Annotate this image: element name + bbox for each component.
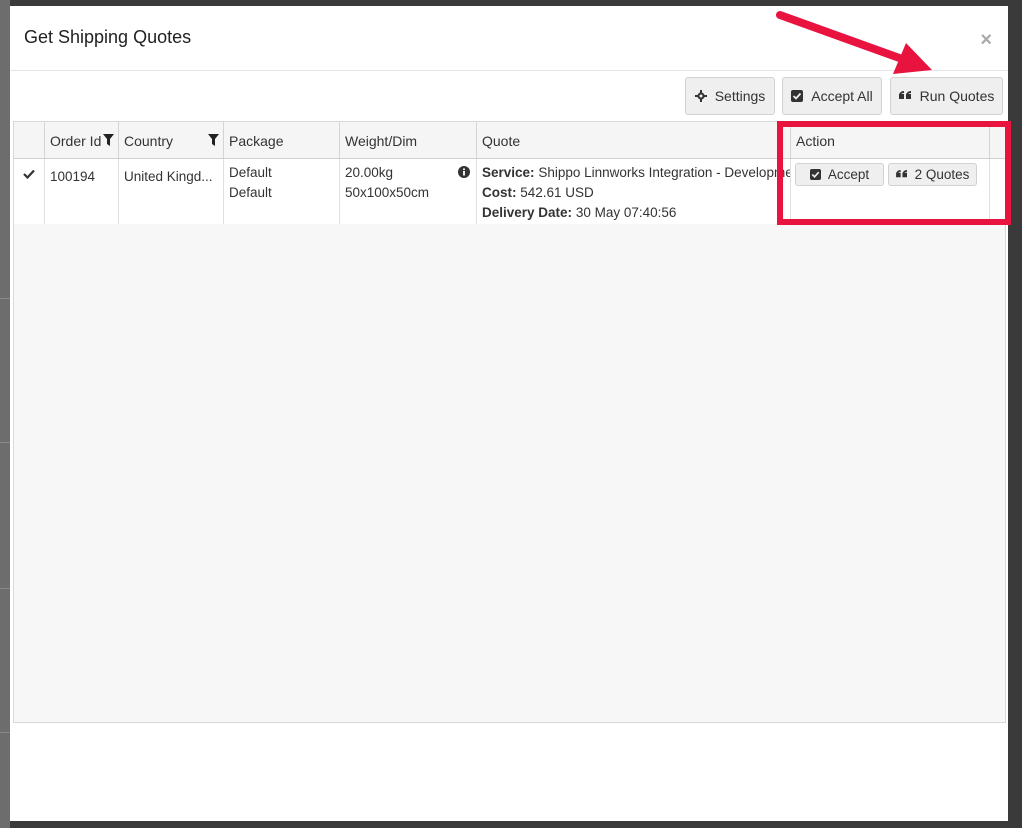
run-quotes-button[interactable]: Run Quotes: [890, 77, 1003, 115]
settings-button-label: Settings: [714, 88, 766, 104]
header-weight-dim-label: Weight/Dim: [345, 133, 418, 149]
cell-package: Default Default: [224, 159, 340, 224]
header-select: [14, 122, 45, 158]
modal-header: Get Shipping Quotes ×: [10, 6, 1008, 71]
cell-weight-dim: 20.00kg 50x100x50cm: [340, 159, 477, 224]
header-action-label: Action: [796, 133, 835, 149]
background-page-edge: [0, 0, 10, 828]
quote-icon: [898, 90, 912, 102]
row-select-cell[interactable]: [14, 159, 45, 224]
cost-label: Cost:: [482, 185, 517, 200]
cell-order-id: 100194: [45, 159, 119, 224]
dimensions-value: 50x100x50cm: [345, 185, 430, 200]
weight-value: 20.00kg: [345, 165, 394, 180]
cell-country: United Kingd...: [119, 159, 224, 224]
accept-all-button[interactable]: Accept All: [782, 77, 882, 115]
header-package[interactable]: Package: [224, 122, 340, 158]
background-divider: [0, 588, 10, 589]
quote-cost: Cost: 542.61 USD: [482, 183, 790, 203]
modal-title: Get Shipping Quotes: [24, 27, 192, 47]
delivery-value: 30 May 07:40:56: [575, 205, 677, 220]
header-action: Action: [791, 122, 990, 158]
cell-action: Accept 2 Quotes: [791, 159, 990, 224]
table-row[interactable]: 100194 United Kingd... Default Default 2…: [14, 159, 1005, 224]
cost-value: 542.61 USD: [520, 185, 594, 200]
service-label: Service:: [482, 165, 535, 180]
quote-icon: [895, 169, 908, 180]
header-quote-label: Quote: [482, 133, 521, 149]
package-line: Default: [229, 165, 272, 180]
gear-icon: [694, 90, 707, 102]
accept-button[interactable]: Accept: [795, 163, 884, 186]
header-country-label: Country: [124, 133, 174, 149]
info-icon[interactable]: [458, 166, 470, 178]
toolbar: Settings Accept All Run Quotes: [10, 70, 1008, 122]
filter-icon[interactable]: [103, 134, 114, 146]
filter-icon[interactable]: [208, 134, 219, 146]
background-divider: [0, 298, 10, 299]
quotes-button-label: 2 Quotes: [914, 166, 970, 182]
quotes-grid: Order Id Country Package Weight/Dim Quot…: [13, 121, 1006, 723]
run-quotes-button-label: Run Quotes: [919, 88, 995, 104]
checkmark-icon: [23, 169, 35, 179]
check-square-icon: [791, 90, 804, 102]
accept-all-button-label: Accept All: [811, 88, 873, 104]
header-weight-dim[interactable]: Weight/Dim: [340, 122, 477, 158]
accept-button-label: Accept: [827, 166, 870, 182]
close-button[interactable]: ×: [980, 30, 992, 50]
cell-quote: Service: Shippo Linnworks Integration - …: [477, 159, 791, 224]
background-divider: [0, 732, 10, 733]
check-square-icon: [809, 169, 821, 180]
quote-delivery: Delivery Date: 30 May 07:40:56: [482, 203, 790, 223]
header-order-id[interactable]: Order Id: [45, 122, 119, 158]
service-value: Shippo Linnworks Integration - Developme: [538, 165, 791, 180]
header-country[interactable]: Country: [119, 122, 224, 158]
quotes-button[interactable]: 2 Quotes: [888, 163, 977, 186]
shipping-quotes-modal: Get Shipping Quotes × Settings Accept Al…: [10, 6, 1008, 821]
delivery-label: Delivery Date:: [482, 205, 573, 220]
package-line: Default: [229, 185, 272, 200]
background-divider: [0, 442, 10, 443]
quote-service: Service: Shippo Linnworks Integration - …: [482, 163, 790, 183]
header-quote[interactable]: Quote: [477, 122, 791, 158]
header-package-label: Package: [229, 133, 284, 149]
header-order-id-label: Order Id: [50, 133, 102, 149]
settings-button[interactable]: Settings: [685, 77, 775, 115]
grid-header: Order Id Country Package Weight/Dim Quot…: [14, 122, 1005, 159]
